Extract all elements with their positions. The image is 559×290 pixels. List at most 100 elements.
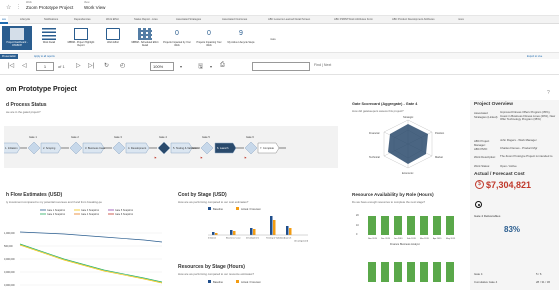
help-icon[interactable]: ? — [547, 90, 550, 96]
y-tick: 0,000,000 — [4, 258, 15, 261]
overview-value: John Rogers - Work Manager — [500, 138, 537, 142]
process-status-subtitle: we are in the gated project? — [6, 110, 41, 114]
tab-more[interactable]: more — [458, 18, 464, 21]
lifecycle-steps-count: 9 — [239, 30, 243, 37]
legend-actual: Actual / Forecast — [241, 280, 261, 284]
legend-baseline: Baseline — [213, 207, 224, 211]
legend-entry: Gate 2 Snapshot — [47, 213, 65, 216]
deliverables-value: 5 / 6 — [536, 272, 542, 276]
x-tick: Uncategorized — [294, 240, 309, 243]
availability-bar — [381, 216, 389, 235]
overview-value: The Zoom Prototype Project is intended t… — [500, 154, 553, 158]
overview-key: Associated Strategies (Linked) — [474, 111, 498, 119]
stage-7-label: 7. Complete — [260, 146, 275, 150]
x-tick: Jan 2019 — [394, 238, 403, 240]
bar-actual — [233, 231, 236, 235]
projects-impacted-button[interactable]: 0 Projects Impacted by Your Work — [162, 26, 192, 50]
cashflow-chart: Gate 1 Snapshot Gate 2 Snapshot Gate 3 S… — [4, 209, 163, 287]
tab-strip: iew Lifecycle Notifications Dependencies… — [0, 16, 559, 24]
legend-entry: Gate 4 Snapshot — [81, 213, 99, 216]
find-next-link[interactable]: Find | Next — [314, 63, 331, 67]
gate-2-label: Gate 2 — [71, 135, 79, 139]
tab-lifecycle[interactable]: Lifecycle — [20, 18, 30, 21]
legend-entry: Gate 1 Snapshot — [47, 209, 65, 212]
availability-chart: 20 10 0 Nov 2019 Dec 2019 Jan 2019 Feb 2… — [356, 214, 456, 282]
page-number-input[interactable]: 1 — [36, 62, 54, 71]
work-detail-button[interactable]: Work Detail — [34, 26, 64, 50]
stage-2-label: 2. Scoping — [43, 146, 56, 150]
project-dashboard-button[interactable]: Project Dashboard - 04WBOH — [2, 26, 32, 50]
y-tick: 500,000 — [4, 245, 13, 248]
first-page-icon[interactable]: |◁ — [8, 62, 14, 69]
radar-score-area — [388, 124, 428, 164]
y-tick: 1,000,000 — [4, 232, 15, 235]
projects-impacting-count: 0 — [207, 30, 211, 37]
availability-bar — [446, 216, 454, 235]
availability-bar — [407, 262, 415, 282]
tab-overview[interactable]: iew — [0, 16, 8, 24]
overview-value: Open / Active — [500, 164, 517, 168]
chart-caption: Finance Business Analyst — [390, 242, 420, 246]
x-tick: Dec 2019 — [381, 238, 391, 240]
bar-baseline — [250, 228, 253, 235]
tab-notifications[interactable]: Notifications — [44, 18, 58, 21]
tab-lessons-learned[interactable]: ABC Lessons Learned Detail Screen — [268, 18, 310, 21]
highlight-report-button[interactable]: MBBM - Project Highlight Report — [66, 26, 96, 50]
radar-axis-label: Economic — [402, 171, 414, 175]
find-input[interactable] — [252, 62, 310, 71]
x-tick: Business Case — [226, 238, 241, 240]
favorite-star-icon[interactable]: ☆ — [6, 4, 11, 11]
y-tick: 20 — [356, 214, 359, 217]
project-overview-panel — [470, 100, 559, 290]
x-tick: Initiation — [208, 237, 217, 240]
scheduled-effort-button[interactable]: MBBM - Scheduled Effort Detail — [130, 26, 160, 50]
view-caption: View — [84, 1, 90, 4]
scorecard-radar-chart: Strategic Position Market Economic Techn… — [369, 115, 445, 175]
bar-actual — [215, 233, 218, 235]
gate-5-label: Gate 5 — [202, 135, 210, 139]
bar-baseline — [212, 232, 215, 235]
grid-icon — [138, 28, 152, 40]
availability-bar — [407, 216, 415, 235]
tab-associated-strategies[interactable]: Associated Strategies — [176, 18, 201, 21]
refresh-icon[interactable]: ↻ — [104, 62, 109, 69]
print-icon[interactable]: ⎙ — [220, 62, 225, 69]
prev-page-icon[interactable]: ◁ — [22, 62, 27, 69]
overview-value: Charles Flemes - Product Mgr — [500, 146, 538, 150]
bar-baseline — [286, 226, 289, 235]
next-page-icon[interactable]: ▷ — [76, 62, 81, 69]
history-icon[interactable]: ◴ — [120, 62, 125, 69]
tab-product-development[interactable]: ABC Product Development Attributes — [392, 18, 435, 21]
ribbon-more-button[interactable]: more — [258, 26, 288, 50]
kebab-menu-icon[interactable]: ⋮ — [16, 4, 21, 10]
availability-bar — [381, 262, 389, 282]
save-dropdown-icon[interactable]: ▾ — [210, 64, 212, 69]
tab-work-effort[interactable]: Work Effort — [106, 18, 119, 21]
projects-impacted-count: 0 — [175, 30, 179, 37]
work-title[interactable]: Zoom Prototype Project — [26, 5, 73, 10]
gate-4-diamond — [157, 141, 171, 155]
tab-dependencies[interactable]: Dependencies — [74, 18, 91, 21]
tab-pmpm-attributes[interactable]: ABC PMPM Work Attributes Form — [334, 18, 373, 21]
lifecycle-steps-button[interactable]: 9 My Active Lifecycle Steps — [226, 26, 256, 50]
overview-key: Work Description: — [474, 155, 497, 159]
availability-bar — [420, 262, 428, 282]
zoom-select[interactable]: 100% — [150, 62, 174, 71]
stage-6-label: 6. Launch — [217, 146, 229, 150]
zoom-dropdown-icon[interactable]: ▾ — [180, 64, 182, 69]
last-page-icon[interactable]: ▷| — [88, 62, 94, 69]
availability-bar — [394, 262, 402, 282]
legend-swatch-actual — [236, 280, 239, 283]
save-icon[interactable]: 🖫 — [198, 62, 203, 72]
tab-status-report[interactable]: Status Report - Lites — [134, 18, 158, 21]
availability-bar — [368, 216, 376, 235]
deliverables-key: Gate 4 — [474, 272, 483, 276]
projects-impacting-button[interactable]: 0 Projects Impacting Your Work — [194, 26, 224, 50]
process-flow-diagram: Gate 1 Gate 2 Gate 3 Gate 4 Gate 5 Gate … — [4, 135, 286, 160]
bar-actual — [289, 228, 292, 235]
y-tick: 10 — [356, 224, 359, 227]
view-title[interactable]: Work View — [84, 5, 105, 10]
tab-associated-outcomes[interactable]: Associated Outcomes — [222, 18, 247, 21]
report-ribbon: Project Dashboard - 04WBOH Work Detail M… — [0, 24, 559, 59]
work-effort-button[interactable]: Work Effort — [98, 26, 128, 50]
